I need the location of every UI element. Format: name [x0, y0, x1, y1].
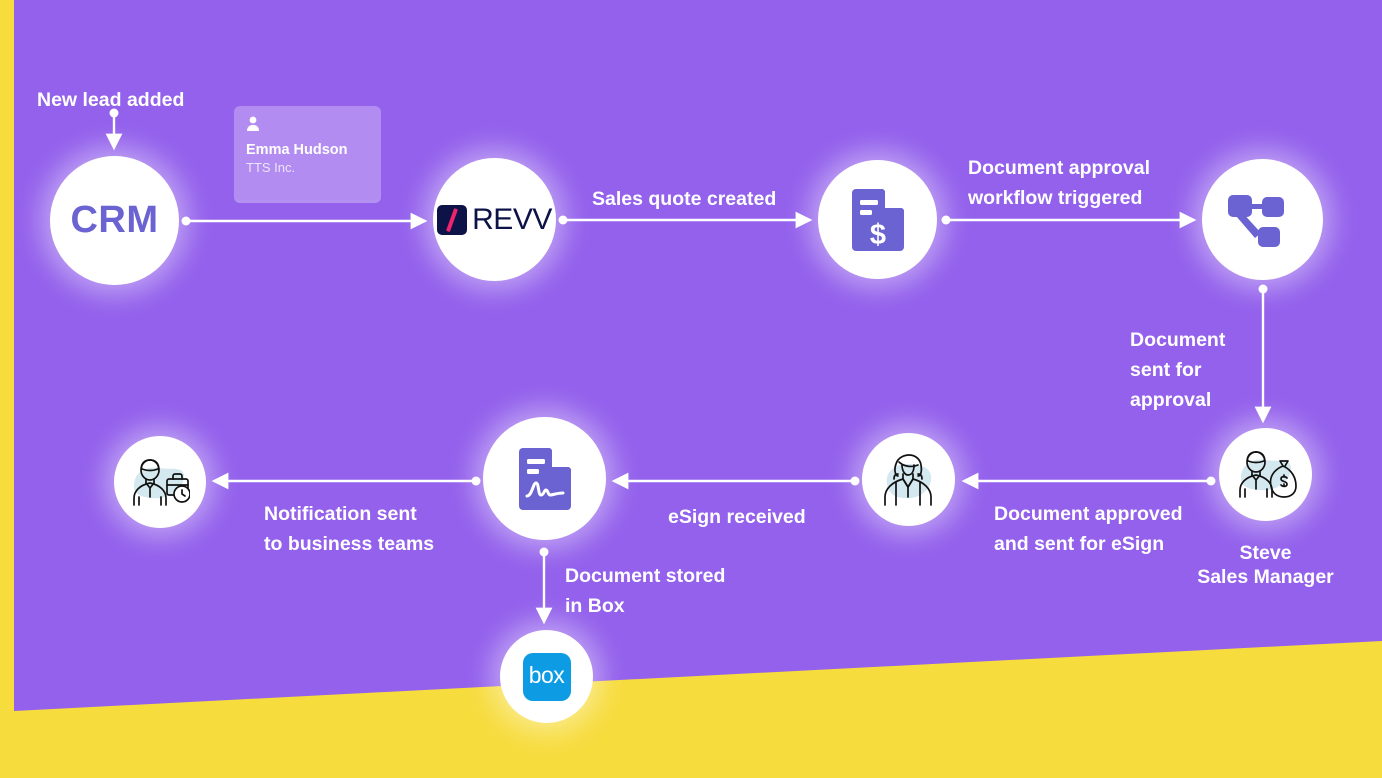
- node-steve-sales-manager[interactable]: [1219, 428, 1312, 521]
- label-document-approval: Document approval workflow triggered: [968, 157, 1151, 209]
- label-notification-sent: Notification sent to business teams: [264, 503, 435, 555]
- node-signer-person[interactable]: [862, 433, 955, 526]
- label-sales-quote-created: Sales quote created: [592, 188, 777, 210]
- workflow-sitemap-icon: [1227, 194, 1284, 247]
- node-box-storage[interactable]: box: [500, 630, 593, 723]
- document-signature-icon: [518, 447, 571, 510]
- businesswoman-icon: [883, 453, 932, 506]
- node-business-teams[interactable]: [114, 436, 206, 528]
- label-esign-received: eSign received: [668, 506, 806, 528]
- businessman-money-bag-icon: [1238, 450, 1297, 498]
- revv-wordmark: REVV: [472, 202, 552, 236]
- contact-card-name: Emma Hudson: [246, 142, 348, 158]
- revv-logo: REVV: [437, 203, 552, 237]
- label-steve-sales-manager: Steve Sales Manager: [1197, 542, 1334, 588]
- box-logo: box: [522, 652, 571, 701]
- node-sales-quote[interactable]: $: [818, 160, 937, 279]
- contact-card[interactable]: Emma Hudson TTS Inc.: [234, 106, 381, 200]
- node-crm[interactable]: CRM: [50, 156, 179, 285]
- node-signed-document[interactable]: [483, 417, 606, 540]
- node-approval-workflow[interactable]: [1202, 159, 1323, 280]
- diagram-canvas: CRM REVV $ box Emma Hudson TTS Inc. New …: [0, 0, 1382, 778]
- label-new-lead-added: New lead added: [37, 89, 185, 111]
- crm-label: CRM: [70, 199, 159, 241]
- person-icon: [247, 116, 259, 131]
- contact-card-company: TTS Inc.: [246, 160, 296, 175]
- revv-slash-icon: [437, 204, 468, 235]
- label-document-stored-in-box: Document stored in Box: [565, 565, 726, 617]
- label-document-sent-for-approval: Document sent for approval: [1130, 329, 1226, 411]
- node-revv[interactable]: REVV: [433, 158, 556, 281]
- businessman-briefcase-clock-icon: [133, 459, 190, 506]
- box-wordmark: box: [528, 662, 565, 688]
- svg-text:$: $: [869, 219, 885, 251]
- document-dollar-icon: $: [851, 188, 904, 251]
